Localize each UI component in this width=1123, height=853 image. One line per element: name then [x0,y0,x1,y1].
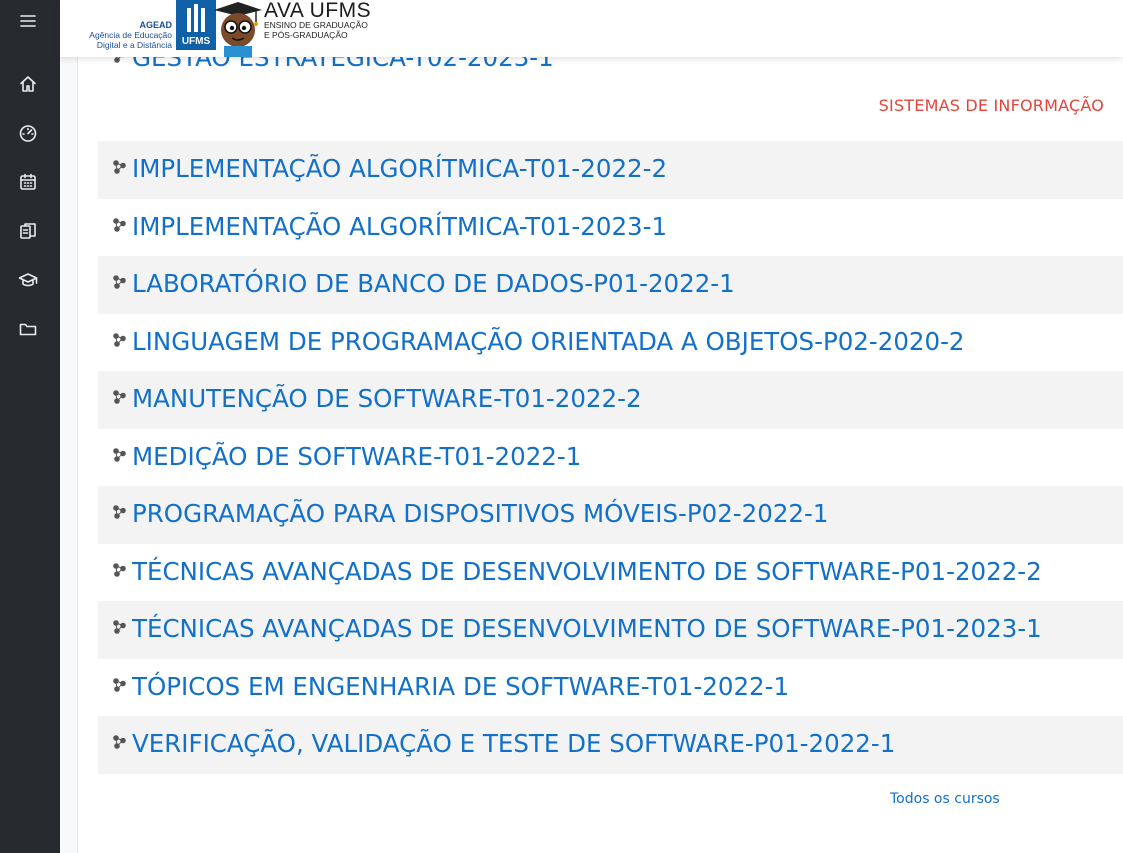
left-nav-drawer [0,0,60,853]
course-icon [113,160,126,174]
course-row: TÉCNICAS AVANÇADAS DE DESENVOLVIMENTO DE… [98,544,1123,602]
dashboard-icon[interactable] [16,121,40,145]
mascot-logo [214,2,262,57]
course-icon [113,332,126,347]
calendar-icon[interactable] [16,170,40,194]
course-row: TÉCNICAS AVANÇADAS DE DESENVOLVIMENTO DE… [98,601,1123,659]
files-icon[interactable] [16,219,40,243]
course-row: IMPLEMENTAÇÃO ALGORÍTMICA-T01-2022-2 [98,141,1123,199]
course-icon [113,275,126,289]
course-link[interactable]: TÉCNICAS AVANÇADAS DE DESENVOLVIMENTO DE… [132,613,1042,645]
site-subtitle: ENSINO DE GRADUAÇÃO E PÓS-GRADUAÇÃO [264,20,368,40]
course-icon [113,390,126,404]
course-icon [113,505,126,519]
agead-logo[interactable]: AGEAD Agência de Educação Digital e a Di… [78,0,218,57]
course-row: IMPLEMENTAÇÃO ALGORÍTMICA-T01-2023-1 [98,199,1123,257]
top-header: AGEAD Agência de Educação Digital e a Di… [60,0,1123,57]
course-link[interactable]: MEDIÇÃO DE SOFTWARE-T01-2022-1 [132,441,581,473]
course-icon [113,447,126,462]
app: GESTÃO ESTRATÉGICA-T02-2023-1 SISTEMAS D… [0,0,1123,853]
course-row: PROGRAMAÇÃO PARA DISPOSITIVOS MÓVEIS-P02… [98,486,1123,544]
course-link[interactable]: LABORATÓRIO DE BANCO DE DADOS-P01-2022-1 [132,268,735,300]
course-icon [113,217,126,232]
course-icon [113,562,126,577]
course-list-region: GESTÃO ESTRATÉGICA-T02-2023-1 SISTEMAS D… [98,0,1123,853]
course-icon [113,677,126,692]
course-link[interactable]: VERIFICAÇÃO, VALIDAÇÃO E TESTE DE SOFTWA… [132,728,895,760]
course-row: LINGUAGEM DE PROGRAMAÇÃO ORIENTADA A OBJ… [98,314,1123,372]
course-row: LABORATÓRIO DE BANCO DE DADOS-P01-2022-1 [98,256,1123,314]
content-gutter [60,0,78,853]
course-row: MANUTENÇÃO DE SOFTWARE-T01-2022-2 [98,371,1123,429]
course-link[interactable]: MANUTENÇÃO DE SOFTWARE-T01-2022-2 [132,383,642,415]
agead-text: AGEAD Agência de Educação Digital e a Di… [89,20,172,50]
course-link[interactable]: TÉCNICAS AVANÇADAS DE DESENVOLVIMENTO DE… [132,556,1042,588]
folder-icon[interactable] [16,317,40,341]
course-row: TÓPICOS EM ENGENHARIA DE SOFTWARE-T01-20… [98,659,1123,717]
menu-icon[interactable] [16,9,40,33]
course-row: VERIFICAÇÃO, VALIDAÇÃO E TESTE DE SOFTWA… [98,716,1123,774]
all-courses-link[interactable]: Todos os cursos [890,791,1000,807]
course-icon [113,620,126,634]
category-label[interactable]: SISTEMAS DE INFORMAÇÃO [879,96,1104,115]
course-icon [113,735,126,749]
course-link[interactable]: LINGUAGEM DE PROGRAMAÇÃO ORIENTADA A OBJ… [132,326,965,358]
course-row: MEDIÇÃO DE SOFTWARE-T01-2022-1 [98,429,1123,487]
course-link[interactable]: IMPLEMENTAÇÃO ALGORÍTMICA-T01-2023-1 [132,211,667,243]
site-title[interactable]: AVA UFMS [264,0,371,22]
course-link[interactable]: PROGRAMAÇÃO PARA DISPOSITIVOS MÓVEIS-P02… [132,498,828,530]
graduation-cap-icon[interactable] [16,268,40,292]
course-link[interactable]: IMPLEMENTAÇÃO ALGORÍTMICA-T01-2022-2 [132,153,667,185]
home-icon[interactable] [16,72,40,96]
course-link[interactable]: TÓPICOS EM ENGENHARIA DE SOFTWARE-T01-20… [132,671,789,703]
